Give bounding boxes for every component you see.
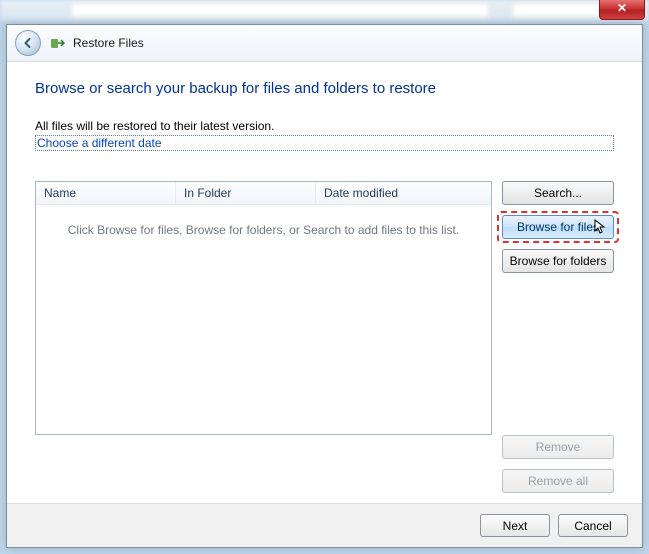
info-text: All files will be restored to their late… bbox=[35, 119, 614, 133]
choose-date-link[interactable]: Choose a different date bbox=[35, 135, 614, 151]
address-bar-blur bbox=[70, 2, 490, 18]
column-name[interactable]: Name bbox=[36, 182, 176, 204]
arrow-left-icon bbox=[22, 37, 34, 49]
side-button-panel: Search... Browse for files Browse for fo… bbox=[502, 181, 614, 493]
wizard-body: Browse or search your backup for files a… bbox=[7, 62, 642, 503]
remove-all-button: Remove all bbox=[502, 469, 614, 493]
next-button[interactable]: Next bbox=[480, 514, 550, 537]
column-date-modified[interactable]: Date modified bbox=[316, 182, 491, 204]
wizard-header: Restore Files bbox=[7, 25, 642, 62]
column-in-folder[interactable]: In Folder bbox=[176, 182, 316, 204]
restore-icon bbox=[49, 35, 65, 51]
browse-for-files-button[interactable]: Browse for files bbox=[502, 215, 614, 239]
listview-header: Name In Folder Date modified bbox=[36, 182, 491, 205]
wizard-footer: Next Cancel bbox=[7, 503, 642, 547]
back-button[interactable] bbox=[15, 30, 41, 56]
cancel-button[interactable]: Cancel bbox=[558, 514, 628, 537]
page-heading: Browse or search your backup for files a… bbox=[35, 80, 614, 97]
restore-files-wizard: Restore Files Browse or search your back… bbox=[6, 24, 643, 548]
browse-for-folders-button[interactable]: Browse for folders bbox=[502, 249, 614, 273]
close-button[interactable]: ✕ bbox=[599, 0, 645, 20]
wizard-title: Restore Files bbox=[73, 36, 144, 50]
listview-empty-text: Click Browse for files, Browse for folde… bbox=[36, 205, 491, 434]
search-button[interactable]: Search... bbox=[502, 181, 614, 205]
file-listview[interactable]: Name In Folder Date modified Click Brows… bbox=[35, 181, 492, 435]
remove-button: Remove bbox=[502, 435, 614, 459]
